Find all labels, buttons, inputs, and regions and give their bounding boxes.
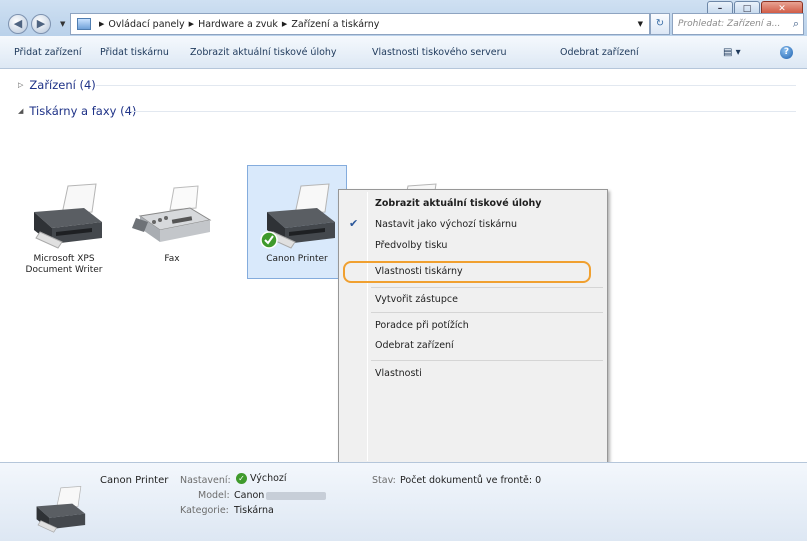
group-divider: [130, 111, 796, 112]
recent-pages-dropdown[interactable]: ▼: [60, 20, 65, 28]
menu-item-set-default[interactable]: Nastavit jako výchozí tiskárnu: [375, 219, 517, 230]
printer-xps[interactable]: Microsoft XPS Document Writer: [14, 182, 114, 276]
group-devices-label: Zařízení (4): [29, 78, 96, 92]
checkmark-icon: ✔: [349, 217, 359, 230]
state-value: Počet dokumentů ve frontě: 0: [400, 475, 542, 486]
menu-item-troubleshoot[interactable]: Poradce při potížích: [375, 320, 469, 331]
group-devices[interactable]: ▷ Zařízení (4): [18, 78, 96, 92]
menu-item-see-print-jobs[interactable]: Zobrazit aktuální tiskové úlohy: [375, 198, 541, 209]
breadcrumb-separator-icon[interactable]: ▶: [282, 20, 287, 28]
address-dropdown-icon[interactable]: ▼: [638, 20, 649, 28]
status-label: Nastavení:: [180, 475, 231, 486]
remove-device-button[interactable]: Odebrat zařízení: [560, 47, 639, 58]
breadcrumb-hardware-sound[interactable]: Hardware a zvuk: [198, 19, 278, 30]
menu-separator: [371, 287, 603, 288]
collapse-arrow-icon[interactable]: ◢: [18, 107, 23, 115]
printer-icon: [260, 183, 335, 249]
search-placeholder: Prohledat: Zařízení a...: [678, 19, 781, 29]
forward-button[interactable]: ▶: [31, 14, 51, 34]
search-icon[interactable]: ⌕: [793, 17, 799, 31]
status-value: ✓ Výchozí: [236, 473, 287, 484]
menu-item-printing-preferences[interactable]: Předvolby tisku: [375, 240, 447, 251]
model-value: Canon: [234, 490, 327, 501]
check-badge-icon: ✓: [236, 473, 247, 484]
expand-arrow-icon[interactable]: ▷: [18, 81, 23, 89]
details-pane: Canon Printer Nastavení: ✓ Výchozí Model:…: [0, 462, 807, 541]
printer-fax[interactable]: Fax: [122, 182, 222, 265]
breadcrumb-devices-printers[interactable]: Zařízení a tiskárny: [291, 19, 379, 30]
change-view-icon[interactable]: ▤ ▾: [723, 47, 741, 58]
printer-label: Microsoft XPS Document Writer: [25, 254, 103, 275]
menu-item-printer-properties[interactable]: Vlastnosti tiskárny: [375, 266, 463, 277]
category-label: Kategorie:: [180, 505, 229, 516]
printer-icon: [34, 183, 102, 249]
menu-separator: [371, 312, 603, 313]
fax-icon: [132, 185, 212, 242]
menu-separator: [371, 360, 603, 361]
group-divider: [96, 85, 796, 86]
add-device-button[interactable]: Přidat zařízení: [14, 47, 82, 58]
printer-icon: [36, 486, 86, 533]
state-label: Stav:: [372, 475, 396, 486]
breadcrumb-separator-icon[interactable]: ▶: [189, 20, 194, 28]
command-bar: Přidat zařízení Přidat tiskárnu Zobrazit…: [0, 36, 807, 69]
breadcrumb-control-panel[interactable]: Ovládací panely: [108, 19, 184, 30]
back-arrow-icon: ◀: [13, 17, 23, 30]
context-menu: Zobrazit aktuální tiskové úlohy ✔ Nastav…: [338, 189, 608, 464]
model-value-text: Canon: [234, 490, 265, 501]
group-printers-label: Tiskárny a faxy (4): [29, 104, 137, 118]
group-printers[interactable]: ◢ Tiskárny a faxy (4): [18, 104, 136, 118]
category-value: Tiskárna: [234, 505, 274, 516]
back-button[interactable]: ◀: [8, 14, 28, 34]
menu-item-remove-device[interactable]: Odebrat zařízení: [375, 340, 454, 351]
refresh-icon: ↻: [655, 18, 665, 29]
printer-label: Fax: [164, 254, 180, 264]
add-printer-button[interactable]: Přidat tiskárnu: [100, 47, 169, 58]
menu-gutter: [367, 192, 368, 461]
model-label: Model:: [198, 490, 230, 501]
menu-item-properties[interactable]: Vlastnosti: [375, 368, 422, 379]
details-printer-name: Canon Printer: [100, 475, 169, 486]
menu-item-create-shortcut[interactable]: Vytvořit zástupce: [375, 294, 458, 305]
print-server-properties-button[interactable]: Vlastnosti tiskového serveru: [372, 47, 507, 58]
forward-arrow-icon: ▶: [36, 17, 46, 30]
status-value-text: Výchozí: [250, 473, 287, 484]
control-panel-icon: [77, 18, 91, 30]
search-input[interactable]: Prohledat: Zařízení a... ⌕: [672, 13, 804, 35]
redacted-block: [266, 491, 327, 500]
breadcrumb-separator-icon[interactable]: ▶: [99, 20, 104, 28]
printer-label: Canon Printer: [266, 254, 328, 264]
see-print-jobs-button[interactable]: Zobrazit aktuální tiskové úlohy: [190, 47, 337, 58]
refresh-button[interactable]: ↻: [650, 13, 670, 35]
help-icon[interactable]: ?: [780, 46, 793, 59]
address-bar[interactable]: ▶ Ovládací panely ▶ Hardware a zvuk ▶ Za…: [70, 13, 650, 35]
printer-canon[interactable]: Canon Printer: [247, 165, 347, 279]
